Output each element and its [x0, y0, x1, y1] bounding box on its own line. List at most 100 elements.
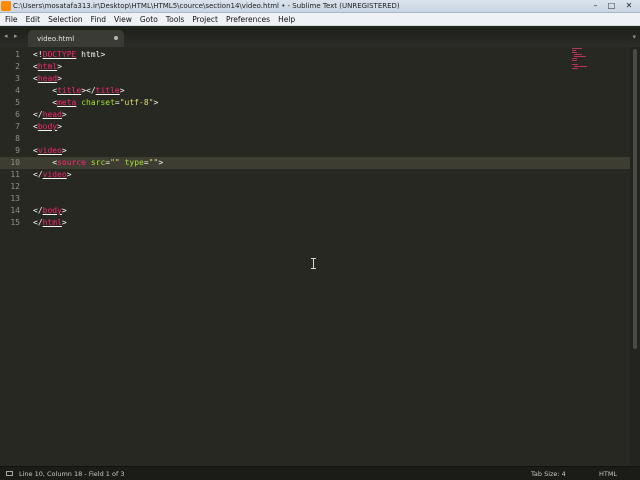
code-token: title: [57, 86, 82, 95]
code-line[interactable]: <html>: [33, 61, 62, 73]
code-token: >: [61, 110, 67, 119]
menu-bar: File Edit Selection Find View Goto Tools…: [0, 13, 640, 26]
tab-video-html[interactable]: video.html: [28, 30, 124, 47]
code-text[interactable]: <!DOCTYPE html> <html> <head> <title></tit…: [33, 47, 630, 466]
line-number: 1: [15, 50, 20, 59]
minimap-line: [574, 56, 586, 57]
code-line[interactable]: <source src="" type="">: [33, 157, 163, 169]
line-number: 5: [15, 98, 20, 107]
close-button[interactable]: ✕: [620, 1, 638, 11]
minimap-line: [574, 66, 587, 67]
code-token: src: [90, 158, 106, 167]
code-token: </: [33, 206, 43, 215]
code-token: >: [66, 170, 72, 179]
line-number: 6: [15, 110, 20, 119]
code-token: source: [57, 158, 86, 167]
code-token: >: [57, 74, 62, 83]
code-token: video: [37, 146, 62, 155]
text-cursor-icon: [311, 258, 316, 269]
tab-scroll-left-icon[interactable]: ◂: [4, 32, 8, 40]
line-number: 9: [15, 146, 20, 155]
code-line[interactable]: </video>: [33, 169, 72, 181]
code-token: charset: [81, 98, 115, 107]
code-token: </: [33, 170, 43, 179]
code-token: title: [95, 86, 120, 95]
menu-find[interactable]: Find: [88, 15, 109, 24]
minimap-line: [572, 48, 582, 49]
minimap-line: [572, 50, 576, 51]
menu-edit[interactable]: Edit: [23, 15, 44, 24]
window-controls: – □ ✕: [588, 1, 638, 11]
title-bar: C:\Users\mosatafa313.ir\Desktop\HTML\HTM…: [0, 0, 640, 13]
code-token: >: [119, 86, 125, 95]
code-token: </: [33, 110, 43, 119]
code-token: >: [153, 98, 159, 107]
code-token: video: [42, 170, 67, 179]
maximize-button[interactable]: □: [604, 1, 619, 11]
tab-size-selector[interactable]: Tab Size: 4: [531, 470, 566, 478]
code-token: meta: [57, 98, 77, 107]
menu-help[interactable]: Help: [275, 15, 298, 24]
code-token: </: [33, 218, 43, 227]
line-number: 2: [15, 62, 20, 71]
code-line[interactable]: <meta charset="utf-8">: [33, 97, 158, 109]
line-number: 12: [10, 182, 20, 191]
code-token: "utf-8": [119, 98, 154, 107]
tab-dropdown-icon[interactable]: ▾: [632, 33, 636, 41]
code-token: >: [57, 62, 62, 71]
code-token: >: [61, 206, 67, 215]
code-token: >: [57, 122, 62, 131]
line-number: 8: [15, 134, 20, 143]
menu-tools[interactable]: Tools: [163, 15, 187, 24]
code-token: body: [42, 206, 62, 215]
menu-preferences[interactable]: Preferences: [223, 15, 273, 24]
code-token: "": [148, 158, 159, 167]
code-token: body: [37, 122, 58, 131]
code-token: <!: [33, 50, 43, 59]
minimap-line: [572, 52, 577, 53]
tab-scroll-right-icon[interactable]: ▸: [14, 32, 18, 40]
editor-area[interactable]: 1 2 3 4 5 6 7 8 9 10 11 12 13 14 15 <!DOCTYPE html> <ht…: [0, 47, 630, 466]
code-token: >: [100, 50, 106, 59]
vertical-scrollbar[interactable]: [630, 47, 640, 466]
minimap[interactable]: [572, 48, 590, 72]
code-token: >: [61, 146, 67, 155]
menu-goto[interactable]: Goto: [137, 15, 161, 24]
menu-selection[interactable]: Selection: [45, 15, 86, 24]
unsaved-dot-icon[interactable]: [114, 36, 118, 40]
minimap-line: [572, 64, 578, 65]
line-number-gutter: 1 2 3 4 5 6 7 8 9 10 11 12 13 14 15: [0, 47, 28, 466]
code-token: html: [76, 50, 101, 59]
scrollbar-thumb[interactable]: [633, 49, 637, 349]
minimap-line: [572, 58, 577, 59]
menu-project[interactable]: Project: [189, 15, 221, 24]
syntax-selector[interactable]: HTML: [599, 470, 617, 478]
menu-view[interactable]: View: [111, 15, 135, 24]
window-title: C:\Users\mosatafa313.ir\Desktop\HTML\HTM…: [13, 2, 400, 10]
code-line[interactable]: </head>: [33, 109, 67, 121]
code-line[interactable]: <body>: [33, 121, 62, 133]
code-line[interactable]: <title></title>: [33, 85, 125, 97]
line-number: 14: [10, 206, 20, 215]
panel-toggle-icon[interactable]: [6, 471, 13, 476]
menu-file[interactable]: File: [2, 15, 21, 24]
code-token: >: [158, 158, 164, 167]
code-line[interactable]: </html>: [33, 217, 67, 229]
code-line[interactable]: <head>: [33, 73, 62, 85]
code-token: >: [61, 218, 67, 227]
code-token: head: [37, 74, 58, 83]
minimap-line: [572, 60, 577, 61]
code-line[interactable]: <!DOCTYPE html>: [33, 49, 105, 61]
line-number: 13: [10, 194, 20, 203]
minimap-line: [574, 54, 582, 55]
status-bar: Line 10, Column 18 - Field 1 of 3 Tab Si…: [0, 466, 640, 480]
minimize-button[interactable]: –: [588, 1, 603, 11]
code-line[interactable]: <video>: [33, 145, 67, 157]
tab-label: video.html: [37, 34, 75, 43]
line-number: 3: [15, 74, 20, 83]
code-line[interactable]: </body>: [33, 205, 67, 217]
tab-bar: ◂ ▸ video.html ▾: [0, 27, 640, 47]
code-token: head: [42, 110, 62, 119]
